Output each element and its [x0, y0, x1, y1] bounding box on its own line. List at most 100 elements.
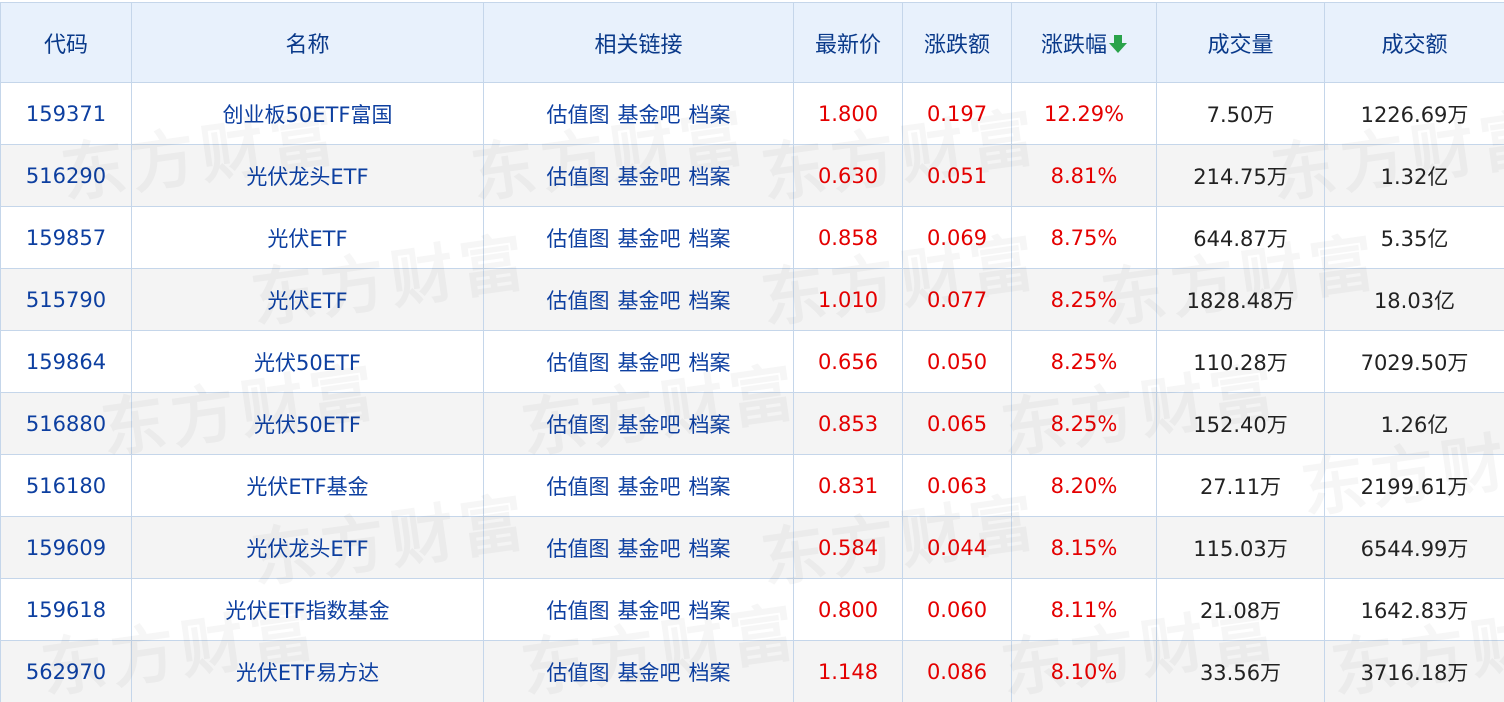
fund-name[interactable]: 光伏ETF	[131, 206, 484, 269]
table-row[interactable]: 516880 光伏50ETF 估值图 基金吧 档案 0.853 0.065 8.25% 152.…	[0, 392, 1504, 455]
header-change-amount[interactable]: 涨跌额	[902, 2, 1012, 83]
table-row[interactable]: 159857 光伏ETF 估值图 基金吧 档案 0.858 0.069 8.75% 644.87…	[0, 206, 1504, 269]
header-name[interactable]: 名称	[131, 2, 484, 83]
change-percent: 8.25%	[1011, 268, 1157, 331]
fund-profile-link[interactable]: 档案	[689, 351, 731, 375]
header-volume[interactable]: 成交量	[1156, 2, 1325, 83]
latest-price: 1.148	[793, 640, 903, 702]
valuation-chart-link[interactable]: 估值图	[547, 165, 610, 189]
related-links: 估值图 基金吧 档案	[483, 330, 794, 393]
fund-code[interactable]: 516880	[0, 392, 132, 455]
amount: 1.26亿	[1324, 392, 1504, 455]
change-percent: 8.25%	[1011, 392, 1157, 455]
fund-forum-link[interactable]: 基金吧	[618, 475, 681, 499]
change-percent: 8.20%	[1011, 454, 1157, 517]
table-row[interactable]: 516290 光伏龙头ETF 估值图 基金吧 档案 0.630 0.051 8.81% 214.…	[0, 144, 1504, 207]
volume: 21.08万	[1156, 578, 1325, 641]
valuation-chart-link[interactable]: 估值图	[547, 413, 610, 437]
amount: 2199.61万	[1324, 454, 1504, 517]
change-amount: 0.050	[902, 330, 1012, 393]
valuation-chart-link[interactable]: 估值图	[547, 103, 610, 127]
fund-profile-link[interactable]: 档案	[689, 227, 731, 251]
amount: 5.35亿	[1324, 206, 1504, 269]
valuation-chart-link[interactable]: 估值图	[547, 227, 610, 251]
valuation-chart-link[interactable]: 估值图	[547, 351, 610, 375]
fund-forum-link[interactable]: 基金吧	[618, 103, 681, 127]
fund-name[interactable]: 光伏ETF基金	[131, 454, 484, 517]
fund-code[interactable]: 159618	[0, 578, 132, 641]
related-links: 估值图 基金吧 档案	[483, 516, 794, 579]
fund-forum-link[interactable]: 基金吧	[618, 165, 681, 189]
fund-profile-link[interactable]: 档案	[689, 165, 731, 189]
fund-name[interactable]: 光伏50ETF	[131, 392, 484, 455]
fund-code[interactable]: 516290	[0, 144, 132, 207]
change-amount: 0.197	[902, 82, 1012, 145]
amount: 1.32亿	[1324, 144, 1504, 207]
table-row[interactable]: 159618 光伏ETF指数基金 估值图 基金吧 档案 0.800 0.060 8.11% 21…	[0, 578, 1504, 641]
fund-name[interactable]: 光伏ETF	[131, 268, 484, 331]
fund-forum-link[interactable]: 基金吧	[618, 413, 681, 437]
related-links: 估值图 基金吧 档案	[483, 144, 794, 207]
fund-name[interactable]: 光伏50ETF	[131, 330, 484, 393]
arrow-down-icon	[1109, 34, 1127, 53]
table-row[interactable]: 159609 光伏龙头ETF 估值图 基金吧 档案 0.584 0.044 8.15% 115.…	[0, 516, 1504, 579]
related-links: 估值图 基金吧 档案	[483, 640, 794, 702]
fund-name[interactable]: 光伏龙头ETF	[131, 516, 484, 579]
table-row[interactable]: 159864 光伏50ETF 估值图 基金吧 档案 0.656 0.050 8.25% 110.…	[0, 330, 1504, 393]
table-row[interactable]: 159371 创业板50ETF富国 估值图 基金吧 档案 1.800 0.197 12.29%…	[0, 82, 1504, 145]
table-row[interactable]: 562970 光伏ETF易方达 估值图 基金吧 档案 1.148 0.086 8.10% 33.…	[0, 640, 1504, 702]
fund-code[interactable]: 159864	[0, 330, 132, 393]
fund-forum-link[interactable]: 基金吧	[618, 661, 681, 685]
fund-code[interactable]: 516180	[0, 454, 132, 517]
header-amount[interactable]: 成交额	[1324, 2, 1504, 83]
fund-code[interactable]: 159609	[0, 516, 132, 579]
change-amount: 0.065	[902, 392, 1012, 455]
header-code[interactable]: 代码	[0, 2, 132, 83]
volume: 33.56万	[1156, 640, 1325, 702]
etf-table-view: 代码 名称 相关链接 最新价 涨跌额 涨跌幅 成交量 成交额 159371 创业板…	[0, 0, 1504, 702]
table-header-row: 代码 名称 相关链接 最新价 涨跌额 涨跌幅 成交量 成交额	[0, 2, 1504, 83]
fund-profile-link[interactable]: 档案	[689, 537, 731, 561]
latest-price: 0.831	[793, 454, 903, 517]
fund-forum-link[interactable]: 基金吧	[618, 227, 681, 251]
fund-name[interactable]: 光伏ETF指数基金	[131, 578, 484, 641]
fund-profile-link[interactable]: 档案	[689, 413, 731, 437]
volume: 110.28万	[1156, 330, 1325, 393]
latest-price: 0.800	[793, 578, 903, 641]
volume: 1828.48万	[1156, 268, 1325, 331]
valuation-chart-link[interactable]: 估值图	[547, 289, 610, 313]
fund-forum-link[interactable]: 基金吧	[618, 537, 681, 561]
amount: 3716.18万	[1324, 640, 1504, 702]
valuation-chart-link[interactable]: 估值图	[547, 475, 610, 499]
valuation-chart-link[interactable]: 估值图	[547, 661, 610, 685]
related-links: 估值图 基金吧 档案	[483, 82, 794, 145]
change-percent: 8.11%	[1011, 578, 1157, 641]
fund-name[interactable]: 光伏ETF易方达	[131, 640, 484, 702]
change-percent: 8.75%	[1011, 206, 1157, 269]
fund-forum-link[interactable]: 基金吧	[618, 289, 681, 313]
fund-profile-link[interactable]: 档案	[689, 599, 731, 623]
volume: 7.50万	[1156, 82, 1325, 145]
volume: 152.40万	[1156, 392, 1325, 455]
fund-code[interactable]: 515790	[0, 268, 132, 331]
amount: 18.03亿	[1324, 268, 1504, 331]
fund-code[interactable]: 562970	[0, 640, 132, 702]
fund-profile-link[interactable]: 档案	[689, 475, 731, 499]
valuation-chart-link[interactable]: 估值图	[547, 599, 610, 623]
table-row[interactable]: 515790 光伏ETF 估值图 基金吧 档案 1.010 0.077 8.25% 1828.4…	[0, 268, 1504, 331]
table-row[interactable]: 516180 光伏ETF基金 估值图 基金吧 档案 0.831 0.063 8.20% 27.1…	[0, 454, 1504, 517]
header-latest-price[interactable]: 最新价	[793, 2, 903, 83]
fund-forum-link[interactable]: 基金吧	[618, 351, 681, 375]
fund-profile-link[interactable]: 档案	[689, 289, 731, 313]
header-change-percent[interactable]: 涨跌幅	[1011, 2, 1157, 83]
fund-name[interactable]: 光伏龙头ETF	[131, 144, 484, 207]
fund-profile-link[interactable]: 档案	[689, 103, 731, 127]
change-percent: 8.10%	[1011, 640, 1157, 702]
fund-code[interactable]: 159857	[0, 206, 132, 269]
fund-code[interactable]: 159371	[0, 82, 132, 145]
fund-name[interactable]: 创业板50ETF富国	[131, 82, 484, 145]
fund-profile-link[interactable]: 档案	[689, 661, 731, 685]
related-links: 估值图 基金吧 档案	[483, 206, 794, 269]
valuation-chart-link[interactable]: 估值图	[547, 537, 610, 561]
fund-forum-link[interactable]: 基金吧	[618, 599, 681, 623]
